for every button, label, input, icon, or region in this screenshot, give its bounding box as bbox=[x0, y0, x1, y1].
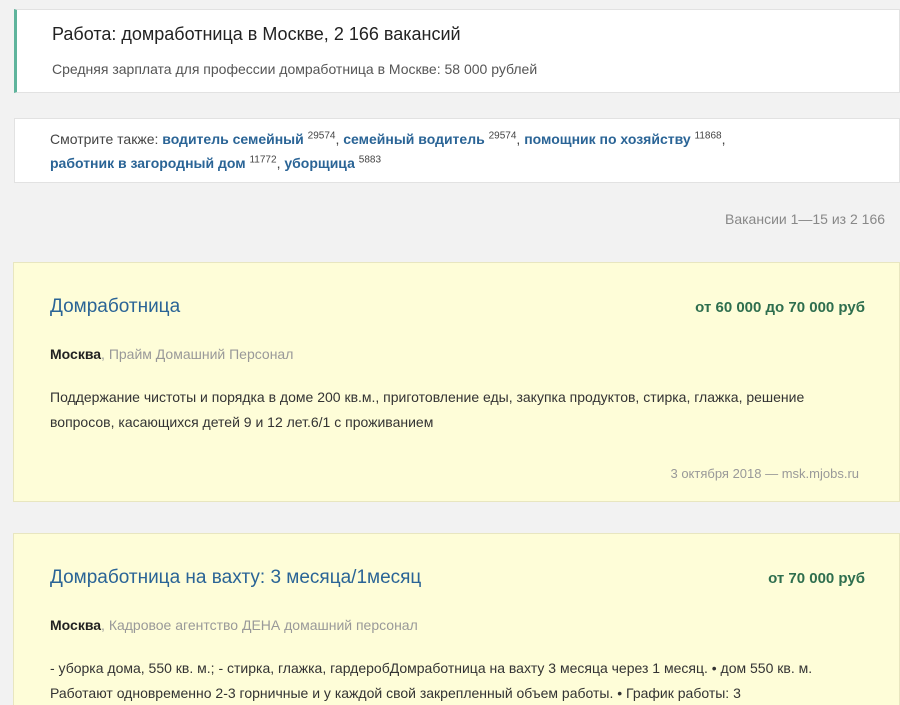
vacancy-title-link[interactable]: Домработница на вахту: 3 месяца/1месяц bbox=[50, 567, 421, 589]
see-also-count: 29574 bbox=[488, 130, 517, 142]
vacancy-city: Москва bbox=[50, 617, 102, 633]
vacancy-date-source: 3 октября 2018 — msk.mjobs.ru bbox=[670, 466, 859, 481]
vacancy-description: Поддержание чистоты и порядка в доме 200… bbox=[50, 389, 805, 430]
vacancy-salary: от 70 000 руб bbox=[768, 570, 865, 587]
see-also-count: 5883 bbox=[358, 154, 382, 166]
see-also-line: работник в загородный дом 11772, уборщиц… bbox=[50, 154, 382, 171]
see-also-link-family-driver[interactable]: водитель семейный bbox=[162, 131, 303, 147]
vacancy-meta: Москва, Прайм Домашний Персонал bbox=[50, 346, 294, 362]
vacancy-meta: Москва, Кадровое агентство ДЕНА домашний… bbox=[50, 617, 418, 633]
vacancy-card: Домработница от 60 000 до 70 000 руб Мос… bbox=[13, 262, 900, 502]
see-also-panel: Смотрите также: водитель семейный 29574,… bbox=[14, 118, 900, 183]
vacancy-card: Домработница на вахту: 3 месяца/1месяц о… bbox=[13, 533, 900, 705]
vacancy-company: Прайм Домашний Персонал bbox=[108, 346, 294, 362]
see-also-count: 11868 bbox=[694, 130, 722, 142]
see-also-label: Смотрите также: bbox=[50, 131, 159, 147]
vacancy-city: Москва bbox=[50, 346, 102, 362]
vacancy-title-link[interactable]: Домработница bbox=[50, 296, 180, 318]
page-header: Работа: домработница в Москве, 2 166 вак… bbox=[14, 9, 900, 93]
see-also-link-housekeeping-assistant[interactable]: помощник по хозяйству bbox=[524, 131, 690, 147]
see-also-count: 11772 bbox=[249, 154, 277, 166]
see-also-link-country-house-worker[interactable]: работник в загородный дом bbox=[50, 155, 246, 171]
results-count: Вакансии 1—15 из 2 166 bbox=[725, 211, 886, 227]
see-also-link-family-driver-2[interactable]: семейный водитель bbox=[343, 131, 484, 147]
vacancy-company: Кадровое агентство ДЕНА домашний персона… bbox=[108, 617, 418, 633]
average-salary-note: Средняя зарплата для профессии домработн… bbox=[52, 61, 538, 77]
see-also-count: 29574 bbox=[307, 130, 336, 142]
see-also-line: Смотрите также: водитель семейный 29574,… bbox=[50, 130, 726, 147]
vacancy-description: - уборка дома, 550 кв. м.; - стирка, гла… bbox=[50, 660, 813, 701]
page-title: Работа: домработница в Москве, 2 166 вак… bbox=[52, 24, 461, 44]
page: Работа: домработница в Москве, 2 166 вак… bbox=[0, 0, 900, 705]
vacancy-salary: от 60 000 до 70 000 руб bbox=[695, 299, 865, 316]
see-also-link-cleaner[interactable]: уборщица bbox=[284, 155, 355, 171]
